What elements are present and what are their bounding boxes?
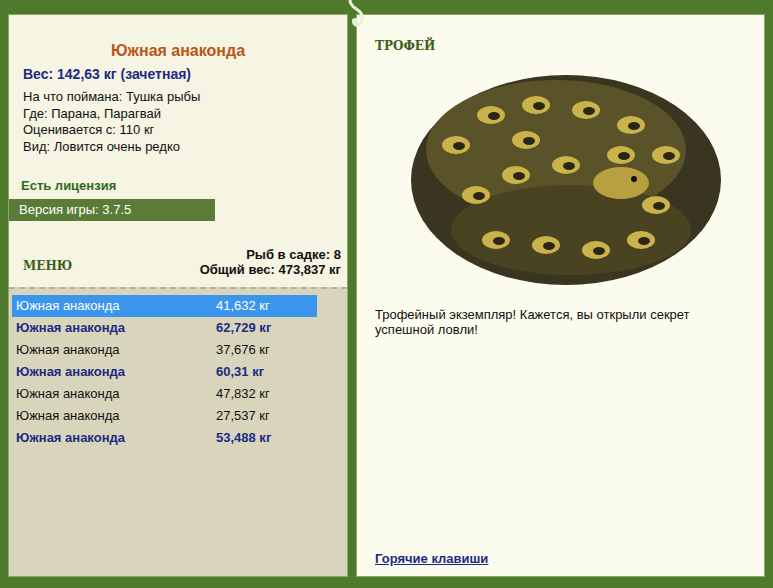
catch-row[interactable]: Южная анаконда53,488 кг [12, 427, 317, 449]
trophy-label: ТРОФЕЙ [375, 37, 746, 55]
fish-details: На что поймана: Тушка рыбыГде: Парана, П… [9, 89, 347, 155]
catch-weight: 62,729 кг [216, 318, 271, 338]
detail-line: Оценивается с: 110 кг [23, 122, 347, 139]
catch-row[interactable]: Южная анаконда27,537 кг [12, 405, 317, 427]
catch-weight: 60,31 кг [216, 362, 264, 382]
catch-row[interactable]: Южная анаконда37,676 кг [12, 339, 317, 361]
catch-name: Южная анаконда [16, 384, 216, 404]
keepnet-count: Рыб в садке: 8 [200, 247, 341, 262]
catch-weight: 47,832 кг [216, 384, 270, 404]
catch-list: Южная анаконда41,632 кгЮжная анаконда62,… [9, 287, 347, 576]
catch-name: Южная анаконда [16, 318, 216, 338]
catch-name: Южная анаконда [16, 340, 216, 360]
license-status: Есть лицензия [9, 177, 347, 195]
fish-weight: Вес: 142,63 кг (зачетная) [9, 65, 347, 83]
catch-name: Южная анаконда [16, 428, 216, 448]
catch-weight: 53,488 кг [216, 428, 271, 448]
detail-line: Вид: Ловится очень редко [23, 139, 347, 156]
catch-row[interactable]: Южная анаконда62,729 кг [12, 317, 317, 339]
menu-row: МЕНЮ Рыб в садке: 8Общий вес: 473,837 кг [9, 221, 347, 277]
menu-button[interactable]: МЕНЮ [23, 247, 72, 275]
spacer [375, 337, 746, 549]
info-panel: Южная анаконда Вес: 142,63 кг (зачетная) Н… [8, 14, 348, 577]
game-window: Южная анаконда Вес: 142,63 кг (зачетная) Н… [0, 0, 773, 588]
hotkeys-link[interactable]: Горячие клавиши [375, 551, 488, 566]
catch-name: Южная анаконда [16, 362, 216, 382]
detail-line: Где: Парана, Парагвай [23, 106, 347, 123]
catch-weight: 27,537 кг [216, 406, 270, 426]
catch-row[interactable]: Южная анаконда41,632 кг [12, 295, 317, 317]
trophy-panel: ТРОФЕЙ Трофейный экземпляр! Кажется, вы о… [356, 14, 765, 577]
version-bar: Версия игры: 3.7.5 [9, 199, 215, 221]
anaconda-photo [396, 55, 726, 295]
leaf-ornament-icon [346, 0, 370, 30]
keepnet-total: Общий вес: 473,837 кг [200, 262, 341, 277]
keepnet-summary: Рыб в садке: 8Общий вес: 473,837 кг [200, 247, 341, 277]
hotkeys-row: Горячие клавиши [375, 549, 746, 569]
trophy-message: Трофейный экземпляр! Кажется, вы открыли… [375, 307, 735, 337]
catch-name: Южная анаконда [16, 296, 216, 316]
fish-title: Южная анаконда [9, 41, 347, 61]
catch-name: Южная анаконда [16, 406, 216, 426]
catch-row[interactable]: Южная анаконда60,31 кг [12, 361, 317, 383]
catch-weight: 41,632 кг [216, 296, 270, 316]
catch-weight: 37,676 кг [216, 340, 270, 360]
detail-line: На что поймана: Тушка рыбы [23, 89, 347, 106]
catch-row[interactable]: Южная анаконда47,832 кг [12, 383, 317, 405]
